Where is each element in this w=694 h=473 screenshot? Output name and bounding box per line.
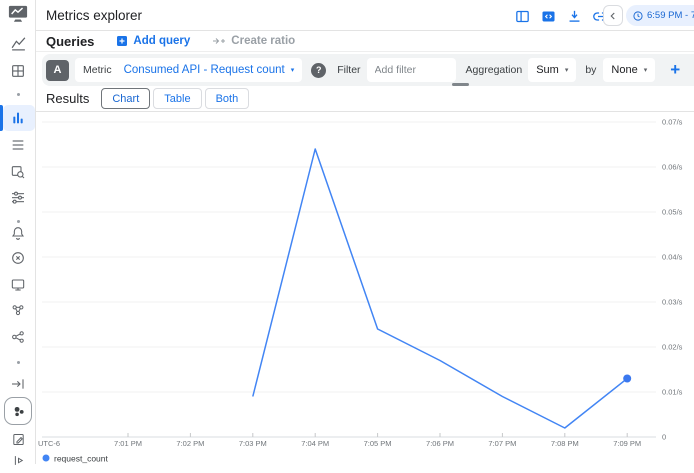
monitor-icon[interactable] — [0, 272, 36, 298]
section-divider-dot — [0, 81, 36, 107]
svg-text:0.05/s: 0.05/s — [662, 208, 683, 217]
aggregation-dropdown[interactable]: Sum ▾ — [528, 58, 576, 82]
svg-text:7:08 PM: 7:08 PM — [551, 439, 579, 448]
svg-text:0.04/s: 0.04/s — [662, 253, 683, 262]
svg-text:0.02/s: 0.02/s — [662, 343, 683, 352]
circles-cluster-icon[interactable] — [0, 396, 36, 426]
chevron-down-icon: ▾ — [644, 66, 648, 74]
results-row: Results Chart Table Both — [36, 86, 694, 112]
svg-text:7:04 PM: 7:04 PM — [301, 439, 329, 448]
svg-text:7:05 PM: 7:05 PM — [364, 439, 392, 448]
search-box-icon[interactable] — [0, 159, 36, 185]
svg-text:0.03/s: 0.03/s — [662, 298, 683, 307]
time-range-label: 6:59 PM - 7:0 — [647, 10, 694, 21]
chevron-down-icon: ▾ — [291, 66, 295, 74]
filter-text-field[interactable] — [375, 64, 448, 76]
svg-text:7:02 PM: 7:02 PM — [176, 439, 204, 448]
svg-text:7:03 PM: 7:03 PM — [239, 439, 267, 448]
metric-label: Metric — [83, 64, 112, 76]
add-aggregation-button[interactable]: + — [670, 60, 680, 80]
group-by-value: None — [611, 64, 637, 76]
tab-table[interactable]: Table — [153, 88, 201, 109]
sidebar — [0, 0, 36, 464]
create-ratio-label: Create ratio — [231, 35, 295, 47]
legend-panel-icon[interactable] — [514, 8, 531, 25]
results-chart[interactable]: 0 0.01/s 0.02/s 0.03/s 0.04/s 0.05/s 0.06/s 0.0… — [36, 112, 694, 464]
queries-heading: Queries — [46, 34, 94, 49]
add-query-label: Add query — [133, 35, 190, 47]
chevron-down-icon: ▾ — [565, 66, 569, 74]
svg-text:7:06 PM: 7:06 PM — [426, 439, 454, 448]
query-editor-icon[interactable] — [540, 8, 557, 25]
group-by-dropdown[interactable]: None ▾ — [603, 58, 655, 82]
time-range-picker[interactable]: 6:59 PM - 7:0 — [626, 5, 694, 26]
area-chart-icon[interactable] — [0, 30, 36, 56]
group-nodes-icon[interactable] — [0, 297, 36, 323]
bell-icon[interactable] — [0, 220, 36, 246]
svg-text:0.06/s: 0.06/s — [662, 163, 683, 172]
filter-label: Filter — [337, 64, 360, 76]
add-query-button[interactable]: Add query — [116, 35, 190, 47]
help-icon[interactable]: ? — [311, 63, 326, 78]
download-icon[interactable] — [566, 8, 583, 25]
plus-square-icon — [116, 35, 128, 47]
arrow-into-bar-icon[interactable] — [0, 371, 36, 397]
aggregation-label: Aggregation — [466, 64, 523, 76]
svg-text:7:07 PM: 7:07 PM — [488, 439, 516, 448]
query-builder: A Metric Consumed API - Request count ▾ … — [42, 54, 694, 86]
svg-text:7:09 PM: 7:09 PM — [613, 439, 641, 448]
collapse-panel-icon[interactable] — [0, 447, 36, 473]
aggregation-value: Sum — [536, 64, 559, 76]
metric-value: Consumed API - Request count — [124, 64, 285, 76]
tab-chart[interactable]: Chart — [101, 88, 150, 109]
chart-panel: 0 0.01/s 0.02/s 0.03/s 0.04/s 0.05/s 0.06/s 0.0… — [36, 112, 694, 464]
bar-chart-icon[interactable] — [0, 105, 36, 131]
target-icon[interactable] — [0, 245, 36, 271]
queries-row: Queries Add query Create ratio — [36, 31, 694, 52]
svg-text:0: 0 — [662, 433, 666, 442]
svg-text:0.01/s: 0.01/s — [662, 388, 683, 397]
metric-dropdown[interactable]: Metric Consumed API - Request count ▾ — [75, 58, 302, 82]
clock-icon — [632, 10, 644, 22]
chevron-left-button[interactable] — [603, 5, 623, 26]
create-ratio-button[interactable]: Create ratio — [212, 35, 295, 47]
svg-text:7:01 PM: 7:01 PM — [114, 439, 142, 448]
tune-icon[interactable] — [0, 184, 36, 210]
svg-text:0.07/s: 0.07/s — [662, 118, 683, 127]
hub-icon[interactable] — [0, 324, 36, 350]
app-bar: Metrics explorer — [36, 0, 694, 31]
results-heading: Results — [46, 91, 89, 106]
ratio-icon — [212, 36, 226, 46]
svg-text:UTC-6: UTC-6 — [38, 439, 60, 448]
list-icon[interactable] — [0, 132, 36, 158]
tab-both[interactable]: Both — [205, 88, 250, 109]
appbar-actions — [514, 4, 609, 28]
page-title: Metrics explorer — [46, 8, 142, 23]
view-tabs: Chart Table Both — [101, 88, 249, 109]
query-letter-badge: A — [46, 60, 69, 81]
filter-input[interactable] — [367, 58, 456, 82]
monitoring-logo-icon[interactable] — [0, 1, 36, 27]
by-label: by — [585, 64, 596, 76]
svg-text:request_count: request_count — [54, 454, 109, 464]
